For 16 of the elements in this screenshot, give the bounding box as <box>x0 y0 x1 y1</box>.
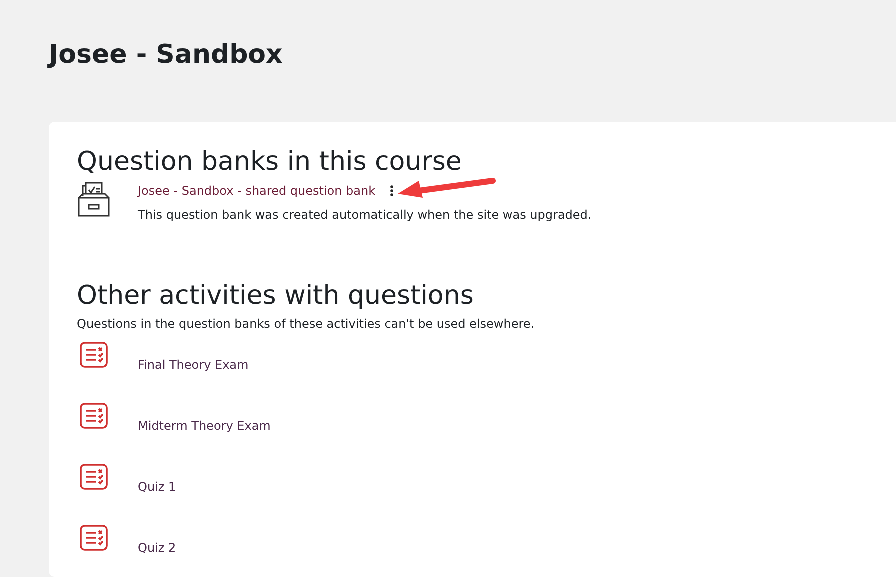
activity-link[interactable]: Final Theory Exam <box>138 356 249 374</box>
quiz-icon <box>80 525 108 551</box>
quiz-icon <box>80 464 108 490</box>
more-options-icon[interactable] <box>390 185 394 197</box>
question-bank-description: This question bank was created automatically when the site was upgraded. <box>138 207 592 224</box>
archive-box-icon <box>77 180 111 218</box>
section-heading: Question banks in this course <box>77 146 462 178</box>
page-title: Josee - Sandbox <box>49 40 283 70</box>
activity-link[interactable]: Quiz 1 <box>138 478 176 496</box>
quiz-icon <box>80 342 108 368</box>
question-bank-link[interactable]: Josee - Sandbox - shared question bank <box>138 180 376 202</box>
section-description: Questions in the question banks of these activities can't be used elsewhere. <box>77 316 536 333</box>
activity-link[interactable]: Midterm Theory Exam <box>138 417 271 435</box>
section-heading: Other activities with questions <box>77 280 474 312</box>
activity-link[interactable]: Quiz 2 <box>138 539 176 557</box>
quiz-icon <box>80 403 108 429</box>
